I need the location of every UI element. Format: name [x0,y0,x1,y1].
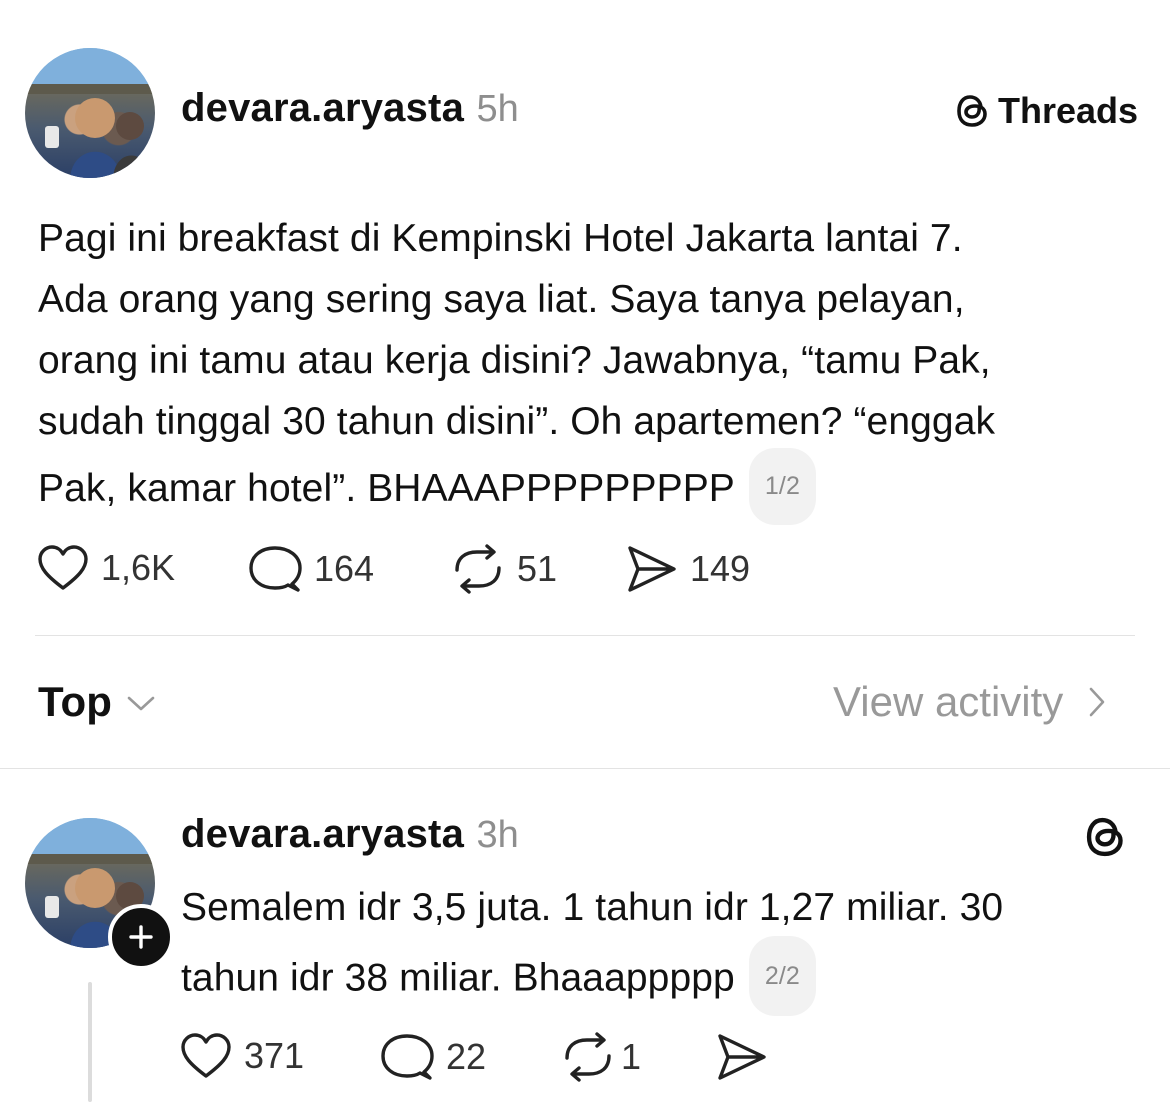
post-username[interactable]: devara.aryasta [181,86,464,130]
reply-line: Semalem idr 3,5 juta. 1 tahun idr 1,27 m… [181,886,1004,929]
heart-icon [38,545,88,590]
avatar[interactable] [25,48,155,178]
repost-icon [565,1032,611,1082]
send-icon [718,1034,766,1080]
reply-username[interactable]: devara.aryasta [181,812,464,856]
comment-icon [381,1034,434,1080]
heart-icon [181,1033,231,1078]
post-timestamp: 5h [476,88,519,130]
sort-label: Top [38,678,112,725]
send-icon [628,546,676,592]
repost-button[interactable]: 1 [561,1032,641,1082]
comment-icon [249,546,302,592]
threads-brand-label: Threads [998,90,1139,131]
repost-button[interactable]: 51 [451,544,557,594]
thread-line [88,982,92,1102]
reply-timestamp: 3h [476,814,519,856]
post-line: sudah tinggal 30 tahun disini”. Oh apart… [38,400,996,443]
view-activity-label: View activity [833,678,1064,725]
reply-button[interactable]: 22 [380,1032,486,1082]
repost-count: 51 [517,548,558,589]
reply-button[interactable]: 164 [248,544,374,594]
divider [35,635,1135,636]
repost-count: 1 [621,1036,642,1077]
reply-count: 22 [446,1036,487,1077]
like-count: 371 [244,1035,305,1076]
post-line: orang ini tamu atau kerja disini? Jawabn… [38,339,991,382]
plus-icon [129,925,153,949]
sort-dropdown[interactable]: Top [38,678,156,726]
post-body: Pagi ini breakfast di Kempinski Hotel Ja… [38,208,1148,529]
thread-position-badge: 2/2 [748,936,816,1016]
threads-logo-icon [957,95,987,127]
divider [0,768,1170,769]
view-activity-link[interactable]: View activity [833,678,1107,726]
reply-line: tahun idr 38 miliar. Bhaaappppp [181,956,735,1000]
share-count: 149 [690,548,751,589]
share-button[interactable] [716,1032,768,1082]
threads-brand[interactable]: Threads [954,90,1138,132]
repost-icon [455,544,501,594]
share-button[interactable]: 149 [626,544,750,594]
post-line: Ada orang yang sering saya liat. Saya ta… [38,278,965,321]
chevron-right-icon [1090,687,1105,717]
like-button[interactable]: 1,6K [37,544,175,592]
like-button[interactable]: 371 [180,1032,304,1080]
chevron-down-icon [127,696,155,711]
threads-logo-icon[interactable] [1083,812,1129,862]
post-line: Pak, kamar hotel”. BHAAAPPPPPPPPP [38,466,735,510]
follow-button[interactable] [108,904,174,970]
post-line: Pagi ini breakfast di Kempinski Hotel Ja… [38,217,963,260]
like-count: 1,6K [101,547,176,588]
reply-body: Semalem idr 3,5 juta. 1 tahun idr 1,27 m… [181,876,1141,1020]
thread-position-badge: 1/2 [748,448,816,525]
reply-count: 164 [314,548,375,589]
